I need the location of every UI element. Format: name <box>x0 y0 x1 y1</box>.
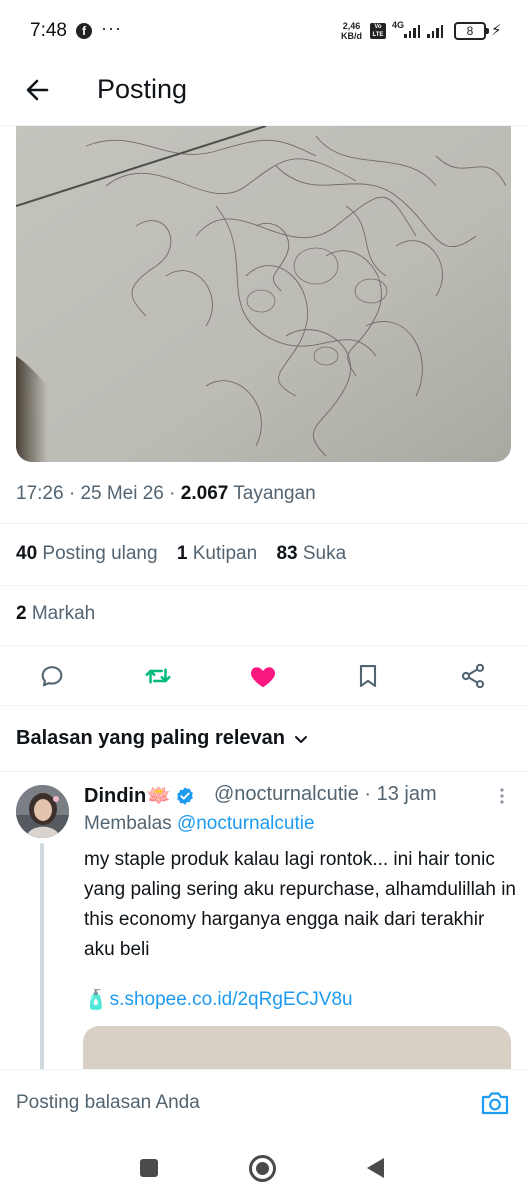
top-bar: Posting <box>0 62 527 126</box>
reply-input[interactable]: Posting balasan Anda <box>16 1092 200 1114</box>
quotes-stat[interactable]: 1 Kutipan <box>177 543 257 564</box>
reposts-count: 40 <box>16 543 38 564</box>
network-speed-unit: KB/d <box>341 31 362 41</box>
post-meta: 17:26 · 25 Mei 26 · 2.067 Tayangan <box>16 483 316 504</box>
reply-icon[interactable] <box>36 660 68 692</box>
more-notifications-icon: ··· <box>101 18 122 38</box>
reply-link-text[interactable]: s.shopee.co.id/2qRgECJV8u <box>110 989 353 1011</box>
facebook-icon: f <box>76 23 92 39</box>
likes-stat[interactable]: 83 Suka <box>276 543 346 564</box>
likes-count: 83 <box>276 543 298 564</box>
camera-icon[interactable] <box>480 1090 510 1116</box>
post-time: 17:26 <box>16 483 64 504</box>
reply-author-handle[interactable]: @nocturnalcutie · 13 jam <box>214 783 437 806</box>
recent-apps-button[interactable] <box>140 1159 158 1177</box>
reply-link[interactable]: 🧴 s.shopee.co.id/2qRgECJV8u <box>84 988 353 1012</box>
views-label: Tayangan <box>233 483 316 504</box>
network-speed: 2,46 KB/d <box>341 21 362 41</box>
divider <box>0 585 527 586</box>
replies-sort-label: Balasan yang paling relevan <box>16 727 285 749</box>
replying-to-handle[interactable]: @nocturnalcutie <box>177 813 315 834</box>
battery-icon: 8 <box>454 22 489 40</box>
page-title: Posting <box>97 74 188 104</box>
engagement-stats: 40 Posting ulang 1 Kutipan 83 Suka <box>16 543 360 565</box>
verified-badge-icon <box>177 786 193 805</box>
share-icon[interactable] <box>457 660 489 692</box>
arrow-left-icon[interactable] <box>20 72 56 108</box>
reply-author-name-text: Dindin🪷 <box>84 785 172 807</box>
views-count: 2.067 <box>180 483 229 504</box>
network-type: 4G <box>392 20 405 30</box>
system-nav-bar <box>0 1131 527 1200</box>
post-date: 25 Mei 26 <box>80 483 164 504</box>
replies-sort-button[interactable]: Balasan yang paling relevan <box>16 727 309 750</box>
divider <box>0 705 527 706</box>
status-time: 7:48 <box>30 20 67 41</box>
reply-time: 13 jam <box>376 783 437 805</box>
reply-text: my staple produk kalau lagi rontok... in… <box>84 849 516 960</box>
bookmarks-stat[interactable]: 2 Markah <box>16 603 95 625</box>
reposts-stat[interactable]: 40 Posting ulang <box>16 543 158 564</box>
heart-icon[interactable] <box>247 660 279 692</box>
divider <box>0 645 527 646</box>
more-options-icon[interactable] <box>492 786 512 806</box>
post-image[interactable] <box>16 126 511 462</box>
quotes-label: Kutipan <box>192 543 258 564</box>
reply-author-name[interactable]: Dindin🪷 <box>84 783 195 808</box>
reposts-label: Posting ulang <box>42 543 158 564</box>
volte-icon: Vo LTE <box>370 23 386 39</box>
reply-composer[interactable]: Posting balasan Anda <box>0 1069 527 1131</box>
lotion-icon: 🧴 <box>84 990 108 1011</box>
home-button[interactable] <box>249 1155 276 1182</box>
replying-to: Membalas @nocturnalcutie <box>84 813 315 835</box>
repost-icon[interactable] <box>142 660 174 692</box>
signal-icon <box>404 24 420 38</box>
network-speed-value: 2,46 <box>342 21 361 31</box>
reply-separator: · <box>364 783 372 805</box>
bookmarks-count: 2 <box>16 603 27 624</box>
bookmarks-label: Markah <box>31 603 96 624</box>
avatar[interactable] <box>16 785 69 838</box>
chevron-down-icon <box>295 735 307 743</box>
replying-prefix: Membalas <box>84 813 172 834</box>
divider <box>0 523 527 524</box>
thread-line <box>40 843 44 1073</box>
likes-label: Suka <box>302 543 347 564</box>
reply-handle-text: @nocturnalcutie <box>214 783 359 805</box>
bookmark-icon[interactable] <box>352 660 384 692</box>
divider <box>0 771 527 772</box>
charging-icon: ⚡ <box>491 22 502 39</box>
quotes-count: 1 <box>176 543 188 564</box>
status-bar: 7:48 f ··· 2,46 KB/d Vo LTE 4G 8 ⚡ <box>0 0 527 62</box>
post-actions <box>0 652 527 700</box>
back-button[interactable] <box>367 1158 384 1178</box>
signal-icon <box>427 24 443 38</box>
